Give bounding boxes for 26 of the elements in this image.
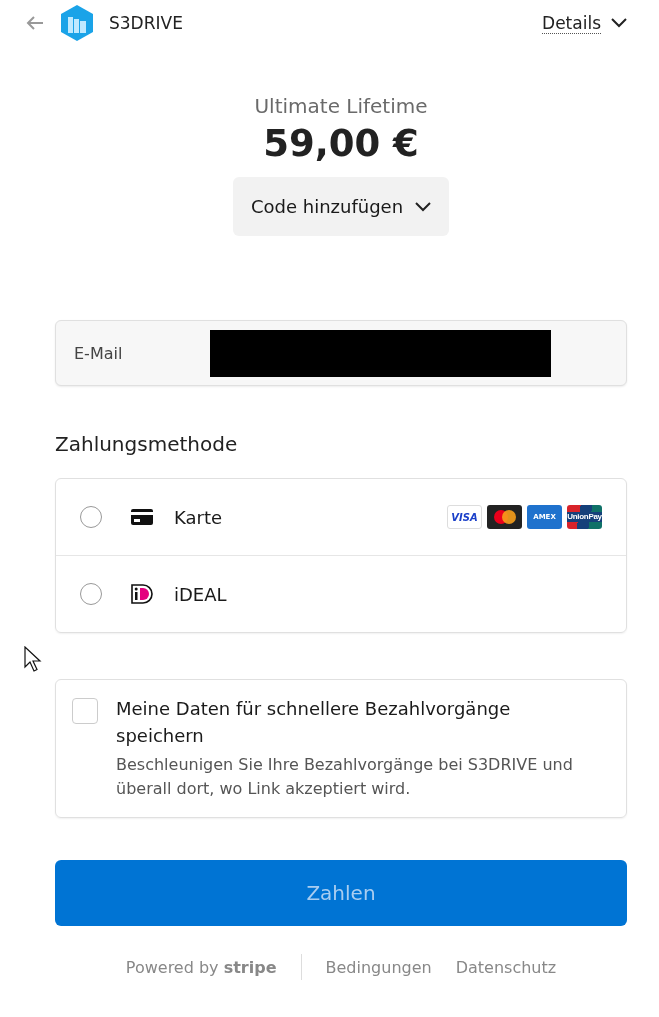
chevron-down-icon bbox=[611, 18, 627, 28]
details-button[interactable]: Details bbox=[542, 12, 627, 34]
save-description: Beschleunigen Sie Ihre Bezahlvorgänge bei S3DRIVE und überall dort, wo Link akzeptiert wird. bbox=[116, 754, 574, 800]
method-label: Karte bbox=[174, 506, 224, 528]
product-name: Ultimate Lifetime bbox=[254, 94, 428, 118]
unionpay-logo: UnionPay bbox=[567, 505, 602, 529]
chevron-down-icon bbox=[415, 201, 432, 212]
method-label: iDEAL bbox=[174, 583, 228, 605]
section-title: Zahlungsmethode bbox=[55, 432, 239, 456]
brand-name: S3DRIVE bbox=[109, 13, 184, 33]
visa-logo: VISA bbox=[447, 505, 482, 529]
save-checkbox[interactable] bbox=[72, 698, 98, 724]
mastercard-logo bbox=[487, 505, 522, 529]
card-icon bbox=[130, 508, 154, 526]
price: 59,00 € bbox=[263, 122, 419, 165]
email-label: E-Mail bbox=[74, 343, 124, 363]
powered-by-stripe-link[interactable]: Powered by stripe bbox=[125, 957, 277, 977]
footer-link[interactable]: Datenschutz bbox=[455, 957, 557, 977]
payment-method-option[interactable]: iDEAL bbox=[56, 555, 626, 632]
add-code-button[interactable]: Code hinzufügen bbox=[232, 177, 450, 236]
save-title: Meine Daten für schnellere Bezahlvorgänge speichern bbox=[116, 697, 512, 748]
mouse-cursor-icon bbox=[24, 646, 42, 672]
email-field[interactable]: E-Mail bbox=[55, 320, 627, 386]
back-arrow-icon[interactable] bbox=[25, 15, 45, 31]
ideal-icon bbox=[130, 583, 154, 605]
footer-link[interactable]: Bedingungen bbox=[325, 957, 432, 977]
